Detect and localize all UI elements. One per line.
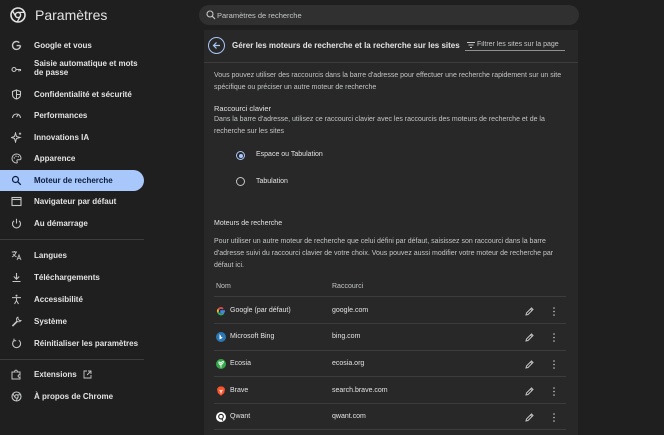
sidebar: Google et vous Saisie automatique et mot… <box>0 30 150 435</box>
bing-icon <box>216 332 226 342</box>
ecosia-icon <box>216 359 226 369</box>
settings-search[interactable] <box>199 5 579 25</box>
sidebar-item-performance[interactable]: Performances <box>0 105 144 126</box>
radio-label: Tabulation <box>256 178 288 185</box>
external-link-icon <box>83 370 92 379</box>
edit-icon[interactable] <box>524 306 535 317</box>
reset-icon <box>12 338 22 349</box>
edit-icon[interactable] <box>524 412 535 423</box>
more-icon[interactable] <box>551 306 557 317</box>
sidebar-item-startup[interactable]: Au démarrage <box>0 213 144 234</box>
filter-field[interactable] <box>465 38 565 51</box>
engines-heading: Moteurs de recherche <box>214 220 283 227</box>
more-icon[interactable] <box>551 386 557 397</box>
engine-name: Qwant <box>230 413 251 420</box>
back-button[interactable] <box>208 37 225 54</box>
main-panel: Gérer les moteurs de recherche et la rec… <box>204 30 578 435</box>
engine-shortcut: bing.com <box>332 333 361 340</box>
radio-label: Espace ou Tabulation <box>256 151 323 158</box>
accessibility-icon <box>12 294 21 305</box>
engine-shortcut: google.com <box>332 307 369 314</box>
sidebar-item-ai[interactable]: Innovations IA <box>0 127 144 148</box>
sidebar-divider <box>0 359 144 360</box>
edit-icon[interactable] <box>524 332 535 343</box>
edit-icon[interactable] <box>524 359 535 370</box>
shield-icon <box>11 89 22 100</box>
radio-space-or-tab[interactable] <box>236 151 245 160</box>
radio-tab[interactable] <box>236 177 245 186</box>
palette-icon <box>11 153 22 164</box>
gauge-icon <box>11 113 22 119</box>
qwant-icon <box>216 412 226 422</box>
top-bar: Paramètres <box>0 0 664 30</box>
engine-name: Google (par défaut) <box>230 307 291 314</box>
brave-icon <box>217 386 225 396</box>
engine-name: Brave <box>230 387 249 394</box>
more-icon[interactable] <box>551 359 557 370</box>
row-divider <box>214 376 566 377</box>
translate-icon <box>11 251 22 261</box>
more-icon[interactable] <box>551 332 557 343</box>
arrow-left-icon <box>212 42 220 49</box>
chrome-icon <box>11 391 22 402</box>
engine-shortcut: search.brave.com <box>332 387 388 394</box>
sidebar-divider <box>0 239 144 240</box>
chrome-logo-icon <box>10 7 26 23</box>
more-icon[interactable] <box>551 412 557 423</box>
shortcut-heading: Raccourci clavier <box>214 104 272 113</box>
power-icon <box>11 218 22 229</box>
sidebar-item-appearance[interactable]: Apparence <box>0 148 144 169</box>
sidebar-item-reset[interactable]: Réinitialiser les paramètres <box>0 333 144 354</box>
sidebar-item-extensions[interactable]: Extensions <box>0 364 144 385</box>
key-icon <box>11 66 22 73</box>
sparkle-icon <box>11 132 22 143</box>
sidebar-item-autofill[interactable]: Saisie automatique et mots de passe <box>0 57 144 79</box>
engine-name: Microsoft Bing <box>230 333 275 340</box>
sidebar-item-about[interactable]: À propos de Chrome <box>0 386 144 407</box>
column-name: Nom <box>216 283 231 290</box>
shortcut-description: Dans la barre d'adresse, utilisez ce rac… <box>214 116 545 135</box>
sidebar-item-downloads[interactable]: Téléchargements <box>0 267 144 288</box>
app-title: Paramètres <box>35 7 108 23</box>
search-icon <box>206 10 216 20</box>
sidebar-item-privacy[interactable]: Confidentialité et sécurité <box>0 84 144 105</box>
row-divider <box>214 323 566 324</box>
search-icon <box>11 175 22 186</box>
google-icon <box>11 40 22 51</box>
row-divider <box>214 429 566 430</box>
column-shortcut: Raccourci <box>332 283 364 290</box>
search-input[interactable] <box>217 5 567 25</box>
google-g-icon <box>216 307 225 316</box>
sidebar-item-languages[interactable]: Langues <box>0 245 144 266</box>
row-divider <box>214 350 566 351</box>
intro-text: Vous pouvez utiliser des raccourcis dans… <box>214 72 562 91</box>
sidebar-item-google[interactable]: Google et vous <box>0 35 144 56</box>
row-divider <box>214 403 566 404</box>
edit-icon[interactable] <box>524 386 535 397</box>
browser-icon <box>11 196 22 207</box>
sidebar-item-search-engine[interactable]: Moteur de recherche <box>0 170 144 191</box>
engine-shortcut: ecosia.org <box>332 360 365 367</box>
download-icon <box>12 273 21 283</box>
filter-icon <box>467 42 475 48</box>
sidebar-item-system[interactable]: Système <box>0 311 144 332</box>
header-divider <box>204 62 578 63</box>
wrench-icon <box>11 316 22 327</box>
filter-input[interactable] <box>477 39 565 50</box>
engines-description: Pour utiliser un autre moteur de recherc… <box>214 238 554 269</box>
engine-name: Ecosia <box>230 360 252 367</box>
engine-shortcut: qwant.com <box>332 413 366 420</box>
sidebar-item-accessibility[interactable]: Accessibilité <box>0 289 144 310</box>
sidebar-item-default-browser[interactable]: Navigateur par défaut <box>0 191 144 212</box>
page-title: Gérer les moteurs de recherche et la rec… <box>232 41 460 50</box>
row-divider <box>214 296 566 297</box>
puzzle-icon <box>11 369 21 380</box>
